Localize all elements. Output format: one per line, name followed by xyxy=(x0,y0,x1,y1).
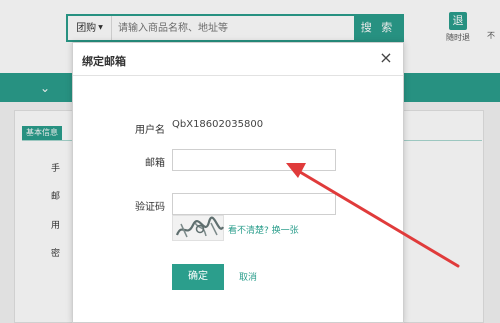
captcha-input[interactable] xyxy=(172,193,336,215)
refresh-captcha-link[interactable]: 看不清楚? 换一张 xyxy=(228,223,299,236)
dialog-title: 绑定邮箱 xyxy=(82,55,126,68)
dialog-header: 绑定邮箱 × xyxy=(73,43,403,76)
bind-email-dialog: 绑定邮箱 × 用户名 QbX18602035800 邮箱 验证码 看不清楚? 换… xyxy=(72,42,404,323)
email-label: 邮箱 xyxy=(145,158,165,169)
captcha-label: 验证码 xyxy=(135,202,165,213)
close-icon[interactable]: × xyxy=(377,49,395,67)
confirm-button[interactable]: 确定 xyxy=(172,264,224,290)
cancel-link[interactable]: 取消 xyxy=(239,270,257,283)
username-label: 用户名 xyxy=(135,125,165,136)
username-value: QbX18602035800 xyxy=(172,119,264,130)
captcha-image[interactable] xyxy=(172,215,225,241)
email-input[interactable] xyxy=(172,149,336,171)
